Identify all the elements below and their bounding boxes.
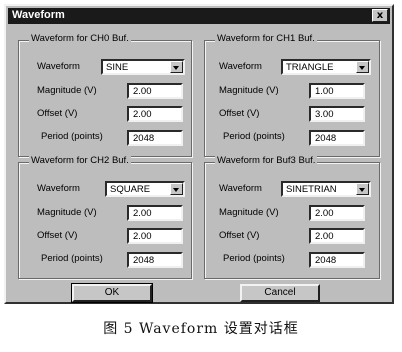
period-label-ch0: Period (points) [41,131,103,142]
waveform-label-buf3: Waveform [219,183,262,194]
figure-caption: 图 5 Waveform 设置对话框 [103,321,299,337]
chevron-down-icon[interactable] [356,183,369,195]
waveform-value-ch0: SINE [106,62,129,73]
offset-label-ch1: Offset (V) [219,108,260,119]
waveform-label-ch2: Waveform [37,183,80,194]
magnitude-field-ch2[interactable]: 2.00 [127,205,183,221]
close-button[interactable]: x [372,9,388,22]
window-title: Waveform [12,9,65,21]
offset-field-ch1[interactable]: 3.00 [309,106,365,122]
period-field-ch2[interactable]: 2048 [127,252,183,268]
period-label-buf3: Period (points) [223,253,285,264]
group-title-ch1: Waveform for CH1 Buf. [215,33,317,44]
group-title-ch0: Waveform for CH0 Buf. [29,33,131,44]
waveform-select-ch2[interactable]: SQUARE [105,181,185,197]
group-ch2: Waveform for CH2 Buf. Waveform SQUARE Ma… [18,155,192,279]
group-title-ch2: Waveform for CH2 Buf. [29,155,131,166]
chevron-down-icon[interactable] [170,183,183,195]
offset-field-ch2[interactable]: 2.00 [127,228,183,244]
period-label-ch2: Period (points) [41,253,103,264]
waveform-value-ch2: SQUARE [110,184,151,195]
title-bar[interactable]: Waveform x [8,8,390,24]
group-buf3: Waveform for Buf3 Buf. Waveform SINETRIA… [204,155,380,279]
close-icon: x [376,10,384,21]
period-label-ch1: Period (points) [223,131,285,142]
offset-label-ch2: Offset (V) [37,230,78,241]
waveform-select-ch0[interactable]: SINE [101,59,185,75]
waveform-label-ch1: Waveform [219,61,262,72]
cancel-button[interactable]: Cancel [240,284,320,302]
group-ch1: Waveform for CH1 Buf. Waveform TRIANGLE … [204,33,380,157]
offset-label-ch0: Offset (V) [37,108,78,119]
waveform-select-ch1[interactable]: TRIANGLE [281,59,371,75]
waveform-dialog: Waveform x Waveform for CH0 Buf. Wavefor… [4,4,394,304]
waveform-label-ch0: Waveform [37,61,80,72]
magnitude-label-buf3: Magnitude (V) [219,207,279,218]
waveform-select-buf3[interactable]: SINETRIAN [281,181,371,197]
magnitude-field-ch1[interactable]: 1.00 [309,83,365,99]
waveform-value-buf3: SINETRIAN [286,184,337,195]
offset-field-ch0[interactable]: 2.00 [127,106,183,122]
chevron-down-icon[interactable] [170,61,183,73]
period-field-buf3[interactable]: 2048 [309,252,365,268]
magnitude-field-buf3[interactable]: 2.00 [309,205,365,221]
period-field-ch1[interactable]: 2048 [309,130,365,146]
offset-field-buf3[interactable]: 2.00 [309,228,365,244]
magnitude-label-ch2: Magnitude (V) [37,207,97,218]
group-ch0: Waveform for CH0 Buf. Waveform SINE Magn… [18,33,192,157]
group-title-buf3: Waveform for Buf3 Buf. [215,155,318,166]
magnitude-label-ch1: Magnitude (V) [219,85,279,96]
period-field-ch0[interactable]: 2048 [127,130,183,146]
magnitude-field-ch0[interactable]: 2.00 [127,83,183,99]
offset-label-buf3: Offset (V) [219,230,260,241]
magnitude-label-ch0: Magnitude (V) [37,85,97,96]
chevron-down-icon[interactable] [356,61,369,73]
waveform-value-ch1: TRIANGLE [286,62,334,73]
ok-button[interactable]: OK [71,283,153,303]
